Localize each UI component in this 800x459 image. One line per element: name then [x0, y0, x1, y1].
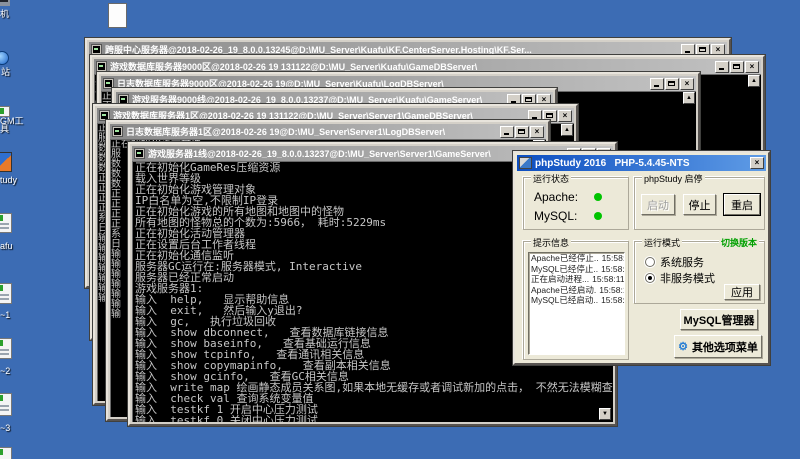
control-group: phpStudy 启停 启动 停止 重启 [634, 177, 765, 230]
app-icon [0, 447, 12, 459]
mode-option-non-service[interactable]: 非服务模式 [645, 270, 715, 286]
mode-option-label: 系统服务 [660, 254, 704, 270]
app-icon [0, 338, 12, 359]
phpstudy-window[interactable]: phpStudy 2016 PHP-5.4.45-NTS × 运行状态 Apac… [513, 151, 770, 365]
computer-icon [0, 0, 10, 6]
message-item: MySQL已经停止..15:58:09 [529, 264, 624, 275]
close-button[interactable]: × [680, 78, 694, 90]
maximize-button[interactable] [696, 44, 710, 56]
app-icon [0, 393, 12, 416]
minimize-button[interactable] [715, 61, 729, 73]
close-button[interactable]: × [558, 110, 572, 122]
console-icon [112, 126, 123, 137]
radio-icon [645, 257, 655, 267]
restart-button[interactable]: 重启 [724, 194, 760, 215]
messages-listbox[interactable]: Apache已经停止..15:58:09MySQL已经停止..15:58:09正… [528, 252, 625, 355]
gear-icon: ⚙ [678, 340, 688, 353]
app-icon [0, 283, 12, 304]
icon-label: ~3 [0, 423, 10, 433]
start-button[interactable]: 启动 [641, 194, 675, 215]
status-group-label: 运行状态 [531, 172, 571, 185]
window-title: 游戏服务器1线@2018-02-26_19_8.0.0.13237@D:\MU_… [148, 147, 565, 160]
mode-group: 运行模式 切换版本 系统服务 非服务模式 应用 [634, 241, 765, 304]
console-icon [134, 148, 145, 159]
icon-label: ~2 [0, 366, 10, 376]
icon-label: ~1 [0, 310, 10, 320]
scroll-up-button[interactable]: ▲ [683, 92, 695, 104]
maximize-button[interactable] [665, 78, 679, 90]
mysql-status-dot [594, 212, 602, 220]
icon-label: tudy [0, 175, 17, 185]
notepad-icon [108, 3, 127, 28]
scroll-up-button[interactable]: ▲ [748, 75, 760, 87]
icon-label: GM工 具 [0, 117, 24, 133]
message-item: MySQL已经启动..15:58:11 [529, 295, 624, 306]
desktop: 机 07.1-3 站 GM工 具 tudy afu ~1 ~2 ~3 跨服 [0, 0, 800, 459]
mode-group-label: 运行模式 [642, 236, 682, 249]
close-button[interactable]: × [750, 157, 764, 169]
other-options-label: 其他选项菜单 [692, 339, 758, 355]
close-button[interactable]: × [530, 126, 544, 138]
folder-icon [0, 213, 12, 233]
stop-button[interactable]: 停止 [683, 194, 716, 215]
messages-group-label: 提示信息 [531, 236, 571, 249]
phpstudy-title-suffix: PHP-5.4.45-NTS [614, 158, 689, 169]
icon-label: 站 [1, 65, 10, 78]
icon-label: afu [0, 241, 13, 251]
minimize-button[interactable] [681, 44, 695, 56]
minimize-button[interactable] [650, 78, 664, 90]
phpstudy-icon [519, 157, 532, 169]
scroll-down-button[interactable]: ▼ [599, 408, 611, 420]
radio-icon-selected [645, 273, 655, 283]
phpstudy-title: phpStudy 2016 [535, 158, 606, 169]
mode-option-system-service[interactable]: 系统服务 [645, 254, 704, 270]
mode-option-label: 非服务模式 [660, 270, 715, 286]
mysql-status-label: MySQL: [534, 209, 577, 223]
message-item: 正在启动进程...15:58:11 [529, 274, 624, 285]
console-titlebar[interactable]: 日志数据库服务器1区@2018-02-26 19@D:\MU_Server\Se… [110, 124, 546, 139]
maximize-button[interactable] [730, 61, 744, 73]
phpstudy-logo-icon [0, 152, 12, 172]
globe-icon [0, 51, 9, 65]
message-item: Apache已经启动.15:58:11 [529, 285, 624, 296]
console-line: 输入 testkf 0 关闭中心压力测试 [135, 415, 613, 422]
close-button[interactable]: × [711, 44, 725, 56]
phpstudy-titlebar[interactable]: phpStudy 2016 PHP-5.4.45-NTS × [517, 155, 766, 171]
close-button[interactable]: × [745, 61, 759, 73]
console-icon [91, 44, 102, 55]
control-group-label: phpStudy 启停 [642, 172, 705, 185]
icon-label: 机 [0, 7, 9, 20]
maximize-button[interactable] [515, 126, 529, 138]
messages-group: 提示信息 Apache已经停止..15:58:09MySQL已经停止..15:5… [523, 241, 629, 360]
switch-version-link[interactable]: 切换版本 [719, 236, 759, 249]
scroll-up-button[interactable]: ▲ [561, 124, 573, 136]
minimize-button[interactable] [500, 126, 514, 138]
mysql-manager-button[interactable]: MySQL管理器 [680, 309, 758, 330]
status-group: 运行状态 Apache: MySQL: [523, 177, 629, 230]
console-icon [96, 61, 107, 72]
apache-status-dot [594, 193, 602, 201]
window-title: 日志数据库服务器1区@2018-02-26 19@D:\MU_Server\Se… [126, 125, 498, 138]
apache-status-label: Apache: [534, 190, 578, 204]
other-options-button[interactable]: ⚙ 其他选项菜单 [674, 335, 762, 358]
apply-button[interactable]: 应用 [724, 284, 760, 300]
message-item: Apache已经停止..15:58:09 [529, 253, 624, 264]
